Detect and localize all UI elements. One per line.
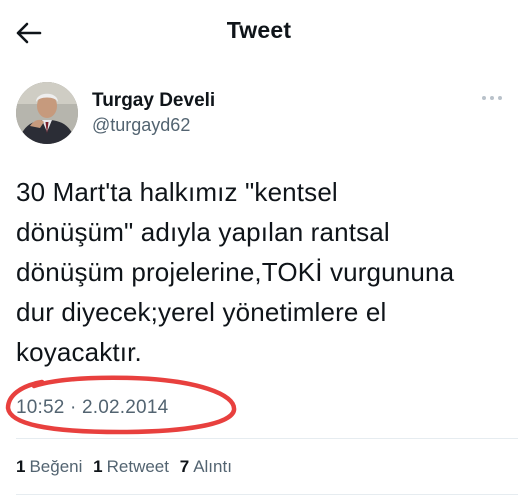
retweets-stat[interactable]: 1 Retweet [93,457,169,477]
retweets-count: 1 [93,457,103,476]
author-handle[interactable]: @turgayd62 [92,115,190,136]
header: Tweet [0,0,518,62]
quotes-count: 7 [179,457,190,476]
page-title: Tweet [226,17,292,43]
tweet-stats: 1 Beğeni 1 Retweet 7 Alıntı [16,457,238,477]
tweet-text-line: 30 Mart'ta halkımız "kentsel [16,177,338,207]
quotes-label: Alıntı [193,457,232,476]
tweet-text: 30 Mart'ta halkımız "kentsel dönüşüm" ad… [16,172,496,372]
likes-label: Beğeni [29,457,83,476]
tweet-timestamp[interactable]: 10:52 · 2.02.2014 [16,397,168,419]
author-name[interactable]: Turgay Develi [92,90,215,112]
tweet-author: Turgay Develi @turgayd62 [16,82,506,146]
avatar[interactable] [16,82,78,144]
tweet-text-line: dönüşüm" adıyla yapılan rantsal [16,217,390,247]
likes-count: 1 [16,457,26,476]
quotes-stat[interactable]: 7 Alıntı [180,457,232,477]
more-horizontal-icon [482,96,502,100]
tweet-text-line: dur diyecek;yerel yönetimlere el [16,297,387,327]
likes-stat[interactable]: 1 Beğeni [16,457,82,477]
avatar-photo [16,82,78,144]
divider [16,438,518,439]
divider [16,494,518,495]
retweets-label: Retweet [106,457,169,476]
tweet-text-line: dönüşüm projelerine,TOKİ vurgununa [16,257,455,287]
more-button[interactable] [478,90,506,106]
tweet-text-line: koyacaktır. [16,337,142,367]
